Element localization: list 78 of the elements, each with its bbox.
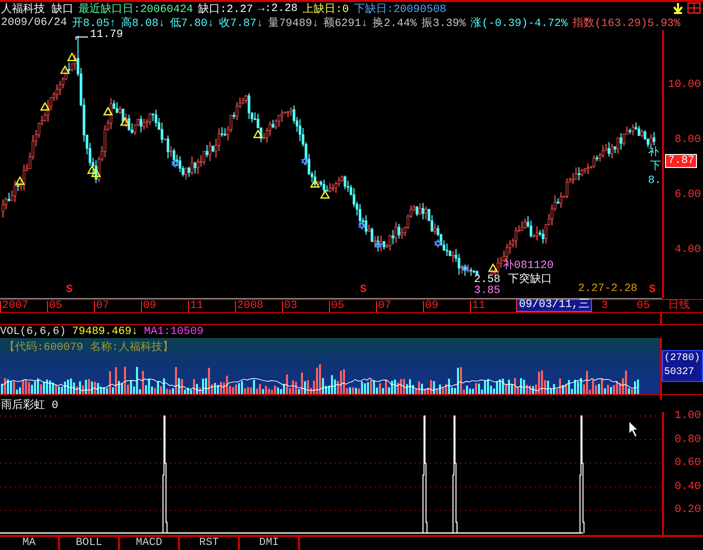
date-axis-label: 3 [600, 300, 608, 312]
cursor-date-label: 09/03/11,三 [516, 299, 592, 312]
triangle-marker [102, 106, 114, 116]
triangle-marker [120, 116, 130, 126]
quote-field: 换2.44% [372, 15, 417, 30]
leader-line [76, 36, 88, 40]
date-axis-label: 05 [329, 300, 376, 312]
triangle-marker [14, 176, 26, 185]
quote-field: 开8.05↑ [72, 15, 116, 30]
date-axis-label: 09 [141, 300, 188, 312]
triangle-marker [86, 165, 98, 174]
quote-field: 高8.08↓ [121, 15, 166, 30]
signal-marker: S [66, 285, 73, 296]
quote-field: 量79489↓ [268, 15, 319, 30]
triangle-marker [40, 102, 50, 111]
price-annotation: 2.58 [474, 275, 500, 286]
star-marker [301, 156, 309, 166]
signal-marker: S [649, 285, 656, 296]
mouse-pointer-icon [628, 420, 640, 438]
triangle-marker [90, 168, 102, 177]
price-annotation: 补 [648, 148, 659, 159]
volume-ma: MA1:10509 [144, 326, 204, 338]
quote-field: 低7.80↓ [170, 15, 214, 30]
price-annotation: 下 [650, 162, 661, 173]
price-annotation: 补081120 [503, 261, 554, 272]
price-axis-label: 6.00 [674, 189, 701, 201]
price-tag: 7.87 [665, 154, 698, 168]
indicator-axis-label: 1.00 [674, 410, 701, 422]
header-field: →:2.28 [258, 2, 298, 14]
star-marker [358, 221, 366, 230]
header-field: 下缺日:20090508 [354, 1, 446, 16]
quote-field: 涨(-0.39)-4.72% [470, 15, 568, 30]
indicator-title: 雨后彩虹 0 [0, 400, 60, 412]
price-axis-label: 10.00 [668, 79, 701, 91]
triangle-marker [488, 263, 498, 272]
date-axis-label: 2008 [235, 300, 282, 312]
window-icon[interactable] [687, 2, 701, 14]
star-marker [434, 238, 442, 248]
date-axis-label: 2007 [0, 300, 47, 312]
period-label[interactable]: 日线 [662, 300, 690, 312]
triangle-marker [320, 190, 330, 199]
signal-marker: S [360, 285, 367, 296]
indicator-axis-label: 0.60 [674, 457, 701, 470]
date-axis-label: 09 [423, 300, 470, 312]
date-axis-label: 07 [376, 300, 423, 312]
indicator-axis-label: 0.20 [674, 504, 701, 516]
star-marker [171, 158, 179, 168]
star-marker [461, 264, 469, 273]
date-axis-label: 07 [94, 300, 141, 312]
quote-field: 2009/06/24 [1, 16, 68, 28]
volume-axis-label: (2780) [664, 352, 701, 366]
header-field: 缺口:2.27 [198, 1, 254, 16]
date-axis-label: 11 [188, 300, 235, 312]
quote-field: 额6291↓ [324, 15, 368, 30]
header-field: 人福科技 缺口 [1, 1, 74, 16]
volume-axis-label: 50327 [664, 366, 696, 380]
quote-field: 收7.87↓ [219, 15, 264, 30]
price-annotation: 下突缺口 [508, 275, 552, 286]
triangle-marker [310, 178, 320, 188]
header-field: 上缺日:0 [302, 1, 349, 16]
triangle-marker [60, 65, 70, 74]
indicator-axis-label: 0.80 [674, 434, 701, 446]
volume-value: 79489.469↓ [72, 326, 138, 338]
quote-field: 指数(163.29)5.93% [572, 15, 680, 30]
down-arrow-icon[interactable] [672, 2, 684, 14]
indicator-axis-label: 0.40 [674, 480, 701, 493]
volume-title: VOL(6,6,6) [0, 326, 66, 338]
date-axis-label: 05 [47, 300, 94, 312]
triangle-marker [66, 52, 78, 62]
date-axis-label: 03 [282, 300, 329, 312]
stock-info: 【代码:600079 名称:人福科技】 [4, 342, 174, 354]
triangle-marker [252, 129, 264, 138]
date-axis-label: 05 [636, 300, 650, 312]
header-field: 最近缺口日:20060424 [78, 1, 194, 16]
star-marker [374, 240, 382, 250]
price-axis-label: 4.00 [674, 244, 701, 256]
quote-field: 振3.39% [422, 15, 466, 30]
price-axis-label: 8.00 [674, 134, 701, 146]
